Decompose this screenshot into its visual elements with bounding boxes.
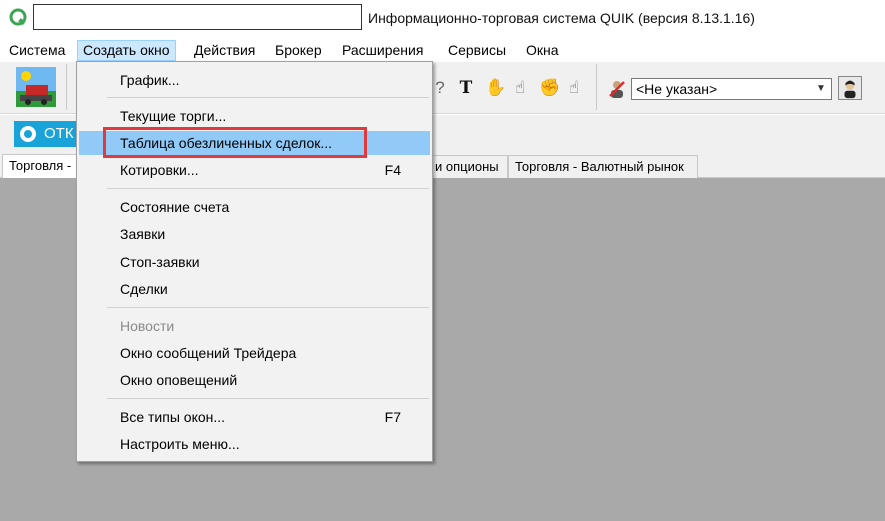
create-window-dropdown: График... Текущие торги... Таблица обезл… <box>76 61 433 462</box>
open-button-label: ОТК <box>44 125 74 142</box>
trading-picture-icon[interactable] <box>16 67 56 107</box>
menu-item-label: Стоп-заявки <box>120 254 200 270</box>
annotation-highlight-box <box>103 127 367 158</box>
menu-item-stop-zayavki[interactable]: Стоп-заявки <box>79 250 430 274</box>
menu-item-novosti: Новости <box>79 314 430 338</box>
account-combo[interactable]: <Не указан> ▼ <box>631 78 832 100</box>
menu-separator <box>107 188 429 189</box>
title-input-box <box>33 4 362 30</box>
menu-sozdat-okno[interactable]: Создать окно <box>77 40 176 61</box>
menu-item-sostoyanie-scheta[interactable]: Состояние счета <box>79 195 430 219</box>
menu-rasshireniya[interactable]: Расширения <box>337 40 428 61</box>
menu-item-label: Состояние счета <box>120 199 230 215</box>
power-icon <box>20 126 36 142</box>
menu-item-label: График... <box>120 72 180 88</box>
tab-fyuchersy-opciony[interactable]: и опционы <box>432 155 508 178</box>
menu-separator <box>107 97 429 98</box>
tab-valyutny-rynok[interactable]: Торговля - Валютный рынок <box>508 155 698 178</box>
menu-item-shortcut: F7 <box>384 409 401 425</box>
menu-item-label: Текущие торги... <box>120 108 227 124</box>
title-bar: Информационно-торговая система QUIK (вер… <box>0 0 885 38</box>
menu-item-kotirovki[interactable]: Котировки... F4 <box>79 158 430 182</box>
menu-item-shortcut: F4 <box>384 162 401 178</box>
tab-torgovlya[interactable]: Торговля - <box>2 154 78 178</box>
menu-item-label: Новости <box>120 318 175 334</box>
menu-item-okno-opoveshcheniy[interactable]: Окно оповещений <box>79 368 430 392</box>
hand-icon[interactable]: ✋ <box>485 78 506 98</box>
hand-pointer-icon[interactable]: ☝ <box>511 78 529 98</box>
menu-item-label: Все типы окон... <box>120 409 226 425</box>
menu-item-label: Окно сообщений Трейдера <box>120 345 297 361</box>
menu-item-nastroit-menyu[interactable]: Настроить меню... <box>79 432 430 456</box>
chevron-down-icon[interactable]: ▼ <box>813 81 829 97</box>
menu-item-zayavki[interactable]: Заявки <box>79 222 430 246</box>
menu-item-label: Окно оповещений <box>120 372 238 388</box>
menu-item-vse-tipy-okon[interactable]: Все типы окон... F7 <box>79 405 430 429</box>
menu-item-okno-soobshcheniy[interactable]: Окно сообщений Трейдера <box>79 341 430 365</box>
user-disabled-icon[interactable] <box>607 79 627 99</box>
account-combo-value: <Не указан> <box>636 81 718 97</box>
menu-sistema[interactable]: Система <box>4 40 70 61</box>
hand-finger-icon[interactable]: ☝ <box>565 78 583 98</box>
help-circle-icon[interactable]: ? <box>431 78 449 98</box>
menu-item-label: Настроить меню... <box>120 436 240 452</box>
menu-item-tekushchie-torgi[interactable]: Текущие торги... <box>79 104 430 128</box>
toolbar-group-main <box>4 64 66 110</box>
menu-item-label: Сделки <box>120 281 168 297</box>
menu-okna[interactable]: Окна <box>521 40 564 61</box>
menu-item-label: Котировки... <box>120 162 199 178</box>
menu-servisy[interactable]: Сервисы <box>443 40 511 61</box>
menu-broker[interactable]: Брокер <box>270 40 327 61</box>
open-button[interactable]: ОТК <box>14 121 82 147</box>
menu-deystviya[interactable]: Действия <box>189 40 260 61</box>
menu-item-sdelki[interactable]: Сделки <box>79 277 430 301</box>
window-title: Информационно-торговая система QUIK (вер… <box>368 10 755 26</box>
quik-logo-icon <box>9 8 27 26</box>
hand-grab-icon[interactable]: ✊ <box>539 78 560 98</box>
menu-separator <box>107 307 429 308</box>
user-icon[interactable] <box>838 76 862 100</box>
text-tool-icon[interactable]: T <box>457 78 475 98</box>
menu-separator <box>107 398 429 399</box>
menu-item-grafik[interactable]: График... <box>79 68 430 92</box>
menu-bar: Система Создать окно Действия Брокер Рас… <box>0 38 885 62</box>
menu-item-label: Заявки <box>120 226 166 242</box>
